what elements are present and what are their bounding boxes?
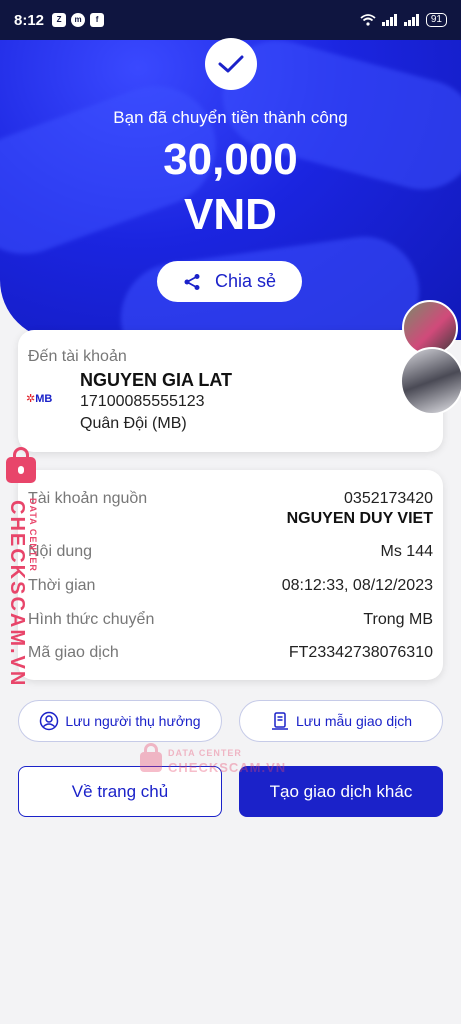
facebook-icon: f bbox=[90, 13, 105, 27]
watermark-tag: DATA CENTER bbox=[28, 498, 38, 572]
floating-chat-avatar-2[interactable] bbox=[400, 347, 461, 415]
transfer-currency: VND bbox=[184, 190, 277, 239]
success-check bbox=[205, 38, 257, 90]
source-name: NGUYEN DUY VIET bbox=[286, 510, 433, 527]
transfer-amount: 30,000 bbox=[163, 135, 298, 184]
watermark-center-tag: DATA CENTER bbox=[168, 748, 242, 758]
transaction-code-row: Mã giao dịch FT23342738076310 bbox=[28, 644, 433, 662]
success-message: Bạn đã chuyển tiền thành công bbox=[113, 108, 348, 127]
content-row: Nội dung Ms 144 bbox=[28, 543, 433, 561]
source-label: Tài khoản nguồn bbox=[28, 490, 148, 507]
time-row: Thời gian 08:12:33, 08/12/2023 bbox=[28, 577, 433, 595]
watermark-center-brand: CHECKSCAM.VN bbox=[168, 760, 287, 775]
recipient-bank: Quân Đội (MB) bbox=[80, 415, 187, 432]
signal-icon bbox=[381, 14, 397, 26]
zalo-icon: Z bbox=[52, 13, 67, 27]
recipient-name: NGUYEN GIA LAT bbox=[80, 370, 232, 390]
code-label: Mã giao dịch bbox=[28, 644, 119, 661]
time-value: 08:12:33, 08/12/2023 bbox=[281, 577, 433, 594]
details-card: Tài khoản nguồn 0352173420 NGUYEN DUY VI… bbox=[18, 470, 443, 680]
code-value: FT23342738076310 bbox=[288, 644, 433, 661]
share-label: Chia sẻ bbox=[214, 271, 277, 291]
method-label: Hình thức chuyển bbox=[28, 611, 155, 628]
content-value: Ms 144 bbox=[380, 543, 433, 560]
watermark-brand: CHECKSCAM.VN bbox=[6, 500, 28, 688]
share-icon bbox=[184, 273, 200, 290]
save-template-button[interactable]: Lưu mẫu giao dịch bbox=[239, 700, 443, 742]
watermark-lock-icon bbox=[6, 447, 36, 483]
checkmark-icon bbox=[218, 55, 244, 73]
messenger-icon: m bbox=[71, 13, 86, 27]
source-account: 0352173420 bbox=[344, 490, 433, 507]
wifi-icon bbox=[360, 14, 376, 26]
signal-icon-2 bbox=[403, 14, 419, 26]
status-time: 8:12 bbox=[14, 11, 45, 29]
user-icon bbox=[40, 711, 59, 731]
watermark-center: DATA CENTER CHECKSCAM.VN bbox=[138, 742, 308, 778]
source-account-row: Tài khoản nguồn 0352173420 bbox=[28, 490, 433, 508]
method-value: Trong MB bbox=[363, 611, 433, 628]
source-name-row: NGUYEN DUY VIET bbox=[28, 510, 433, 528]
battery-indicator: 91 bbox=[425, 13, 447, 27]
destination-card: Đến tài khoản ✲MB NGUYEN GIA LAT 1710008… bbox=[18, 330, 443, 452]
mb-bank-logo: ✲MB bbox=[26, 393, 53, 405]
method-row: Hình thức chuyển Trong MB bbox=[28, 611, 433, 629]
save-beneficiary-button[interactable]: Lưu người thụ hưởng bbox=[18, 700, 222, 742]
status-bar: 8:12 Z m f 91 bbox=[0, 0, 461, 40]
save-beneficiary-label: Lưu người thụ hưởng bbox=[65, 713, 201, 729]
destination-label: Đến tài khoản bbox=[28, 348, 127, 365]
time-label: Thời gian bbox=[28, 577, 96, 594]
recipient-account: 17100085555123 bbox=[80, 393, 205, 410]
document-icon bbox=[272, 712, 288, 730]
share-button[interactable]: Chia sẻ bbox=[157, 261, 302, 302]
bank-logo-text: MB bbox=[35, 393, 53, 405]
save-template-label: Lưu mẫu giao dịch bbox=[296, 713, 412, 729]
